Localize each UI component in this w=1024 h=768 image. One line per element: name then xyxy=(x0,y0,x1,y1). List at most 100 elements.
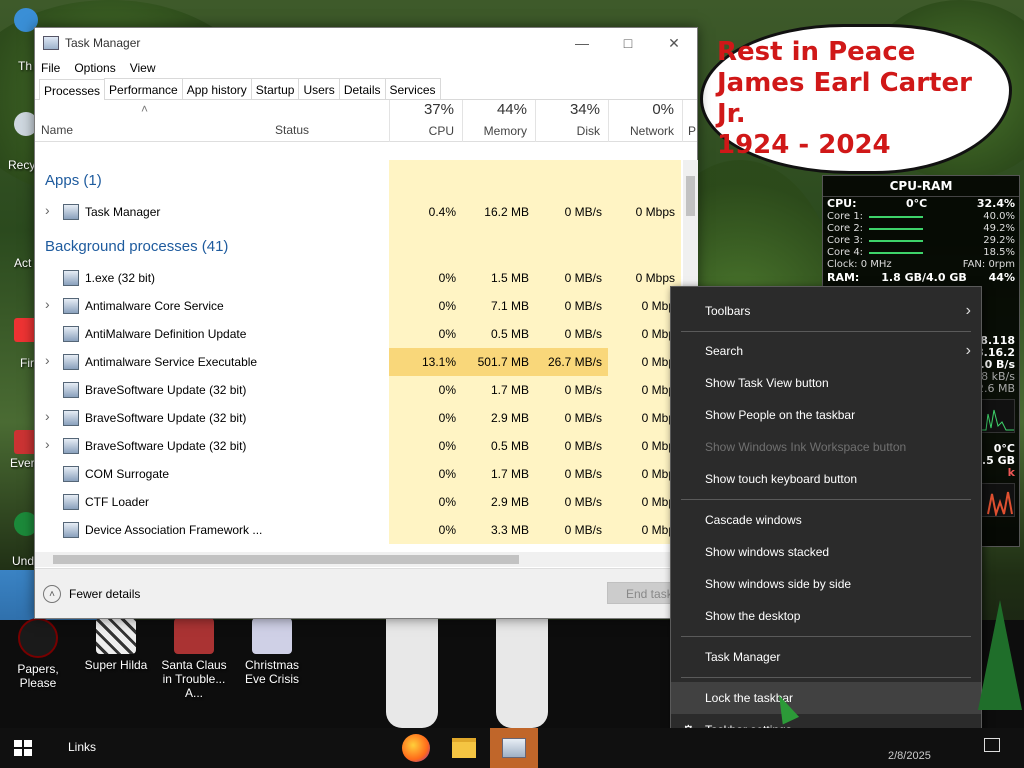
menu-item-show-task-view-button[interactable]: Show Task View button xyxy=(671,367,981,399)
expand-chevron-icon[interactable]: › xyxy=(45,296,50,312)
links-toolbar[interactable]: Links xyxy=(68,740,96,754)
expand-chevron-icon[interactable]: › xyxy=(45,408,50,424)
menu-separator xyxy=(681,636,971,637)
christmas-eve-crisis-icon xyxy=(252,618,292,654)
column-status[interactable]: Status xyxy=(275,123,309,137)
gadget-core-label: Core 2: xyxy=(827,223,864,234)
table-row[interactable]: 0% 1.7 MB 0 MB/s 0 Mbp BraveSoftware Update … xyxy=(35,376,683,404)
column-name[interactable]: Name xyxy=(41,123,73,137)
tab-users[interactable]: Users xyxy=(298,78,340,99)
table-row[interactable]: 0% 7.1 MB 0 MB/s 0 Mbp › Antimalware Core Ser… xyxy=(35,292,683,320)
table-row[interactable]: 0% 1.5 MB 0 MB/s 0 Mbps 1.exe (32 bit) xyxy=(35,264,683,292)
table-row[interactable]: 0% 3.3 MB 0 MB/s 0 Mbp Device Association Fr… xyxy=(35,516,683,544)
tab-processes[interactable]: Processes xyxy=(39,79,106,100)
task-manager-window[interactable]: Task Manager — □ ✕ File Options View Pro… xyxy=(34,27,698,619)
tab-details[interactable]: Details xyxy=(338,78,386,99)
gadget-clock-row: Clock: 0 MHz FAN: 0rpm xyxy=(823,259,1019,271)
table-row[interactable]: 0% 2.9 MB 0 MB/s 0 Mbp CTF Loader xyxy=(35,488,683,516)
menu-view[interactable]: View xyxy=(130,61,156,75)
gadget-core-bar xyxy=(869,228,978,230)
vertical-scroll-thumb[interactable] xyxy=(686,176,695,216)
desktop-icon-santa-claus[interactable]: Santa Claus in Trouble... A... xyxy=(158,618,230,700)
menu-item-task-manager[interactable]: Task Manager xyxy=(671,641,981,673)
process-cpu-cell: 0% xyxy=(389,264,462,292)
gadget-core-bar xyxy=(869,252,978,254)
tab-startup[interactable]: Startup xyxy=(250,78,300,99)
notification-icon[interactable] xyxy=(984,738,1000,752)
table-row[interactable]: 0% 0.5 MB 0 MB/s 0 Mbp › BraveSoftware Update… xyxy=(35,432,683,460)
process-name: 1.exe (32 bit) xyxy=(85,271,156,285)
maximize-icon[interactable]: □ xyxy=(605,28,651,58)
tab-app-history[interactable]: App history xyxy=(181,78,252,99)
process-mem-cell: 7.1 MB xyxy=(462,292,535,320)
tab-services[interactable]: Services xyxy=(384,78,441,99)
process-group-label: Apps (1) xyxy=(45,172,102,189)
menu-options[interactable]: Options xyxy=(74,61,115,75)
table-row[interactable]: 0% 2.9 MB 0 MB/s 0 Mbp › BraveSoftware Update… xyxy=(35,404,683,432)
task-manager-taskbar-button[interactable] xyxy=(490,728,538,768)
menu-separator xyxy=(681,331,971,332)
gadget-core-row: Core 3: 29.2% xyxy=(823,235,1019,247)
menu-item-search[interactable]: Search › xyxy=(671,335,981,367)
fewer-details-button[interactable]: ˄ Fewer details xyxy=(43,585,140,603)
column-power[interactable]: P xyxy=(682,100,698,142)
windows-start-icon[interactable] xyxy=(14,740,32,756)
menu-item-lock-the-taskbar[interactable]: Lock the taskbar xyxy=(671,682,981,714)
process-name: CTF Loader xyxy=(85,495,150,509)
menu-item-show-touch-keyboard-button[interactable]: Show touch keyboard button xyxy=(671,463,981,495)
expand-chevron-icon[interactable]: › xyxy=(45,202,50,218)
table-row[interactable]: 13.1% 501.7 MB 26.7 MB/s 0 Mbp › Antimalware … xyxy=(35,348,683,376)
menu-item-show-windows-stacked[interactable]: Show windows stacked xyxy=(671,536,981,568)
column-disk[interactable]: 34% Disk xyxy=(535,100,608,142)
file-explorer-icon[interactable] xyxy=(452,738,476,758)
gadget-core-value: 29.2% xyxy=(983,235,1015,246)
network-total-pct: 0% xyxy=(652,101,674,118)
gadget-ram-value: 1.8 GB/4.0 GB xyxy=(881,271,967,284)
column-cpu[interactable]: 37% CPU xyxy=(389,100,462,142)
menu-item-show-the-desktop[interactable]: Show the desktop xyxy=(671,600,981,632)
desktop-label-fir: Fir xyxy=(20,356,34,370)
process-mem-cell: 0.5 MB xyxy=(462,320,535,348)
process-disk-cell: 0 MB/s xyxy=(535,264,608,292)
process-cpu-cell: 13.1% xyxy=(389,348,462,376)
menu-file[interactable]: File xyxy=(41,61,60,75)
desktop-icon-papers-please[interactable]: Papers, Please xyxy=(2,618,74,690)
bubble-line-3: 1924 - 2024 xyxy=(717,130,891,160)
santa-claus-icon xyxy=(174,618,214,654)
gadget-core-value: 49.2% xyxy=(983,223,1015,234)
process-mem-cell: 0.5 MB xyxy=(462,432,535,460)
table-row[interactable]: 0% 1.7 MB 0 MB/s 0 Mbp COM Surrogate xyxy=(35,460,683,488)
menu-item-show-windows-side-by-side[interactable]: Show windows side by side xyxy=(671,568,981,600)
horizontal-scrollbar[interactable] xyxy=(35,552,683,567)
desktop-icon-super-hilda[interactable]: Super Hilda xyxy=(80,618,152,672)
column-memory[interactable]: 44% Memory xyxy=(462,100,535,142)
horizontal-scroll-thumb[interactable] xyxy=(53,555,519,564)
taskbar-context-menu[interactable]: Toolbars › Search › Show Task View button Sho… xyxy=(670,286,982,756)
firefox-icon[interactable] xyxy=(402,734,430,762)
close-icon[interactable]: ✕ xyxy=(651,28,697,58)
table-row[interactable]: 0% 0.5 MB 0 MB/s 0 Mbp AntiMalware Definitio… xyxy=(35,320,683,348)
expand-chevron-icon[interactable]: › xyxy=(45,352,50,368)
desktop-legs-right xyxy=(496,615,548,728)
column-network[interactable]: 0% Network xyxy=(608,100,682,142)
tab-performance[interactable]: Performance xyxy=(104,78,183,99)
expand-chevron-icon[interactable]: › xyxy=(45,436,50,452)
process-icon xyxy=(63,438,79,454)
super-hilda-icon xyxy=(96,618,136,654)
process-list[interactable]: Apps (1) 0.4% 16.2 MB 0 MB/s 0 Mbps › Task Man… xyxy=(35,160,683,552)
menu-item-show-people-on-the-taskbar[interactable]: Show People on the taskbar xyxy=(671,399,981,431)
memory-label: Memory xyxy=(483,124,527,138)
menu-item-cascade-windows[interactable]: Cascade windows xyxy=(671,504,981,536)
task-manager-titlebar[interactable]: Task Manager — □ ✕ xyxy=(35,28,697,58)
table-row[interactable]: 0.4% 16.2 MB 0 MB/s 0 Mbps › Task Manager xyxy=(35,198,683,226)
taskbar-date[interactable]: 2/8/2025 xyxy=(888,750,931,762)
fewer-details-label: Fewer details xyxy=(69,587,141,601)
menu-item-toolbars[interactable]: Toolbars › xyxy=(671,295,981,327)
gadget-title: CPU-RAM xyxy=(823,176,1019,197)
process-cpu-cell: 0% xyxy=(389,460,462,488)
minimize-icon[interactable]: — xyxy=(559,28,605,58)
taskbar[interactable]: Links 2/8/2025 xyxy=(0,728,1024,768)
desktop-icon-christmas-eve-crisis[interactable]: Christmas Eve Crisis xyxy=(236,618,308,686)
process-icon xyxy=(63,466,79,482)
gadget-core-row: Core 2: 49.2% xyxy=(823,223,1019,235)
